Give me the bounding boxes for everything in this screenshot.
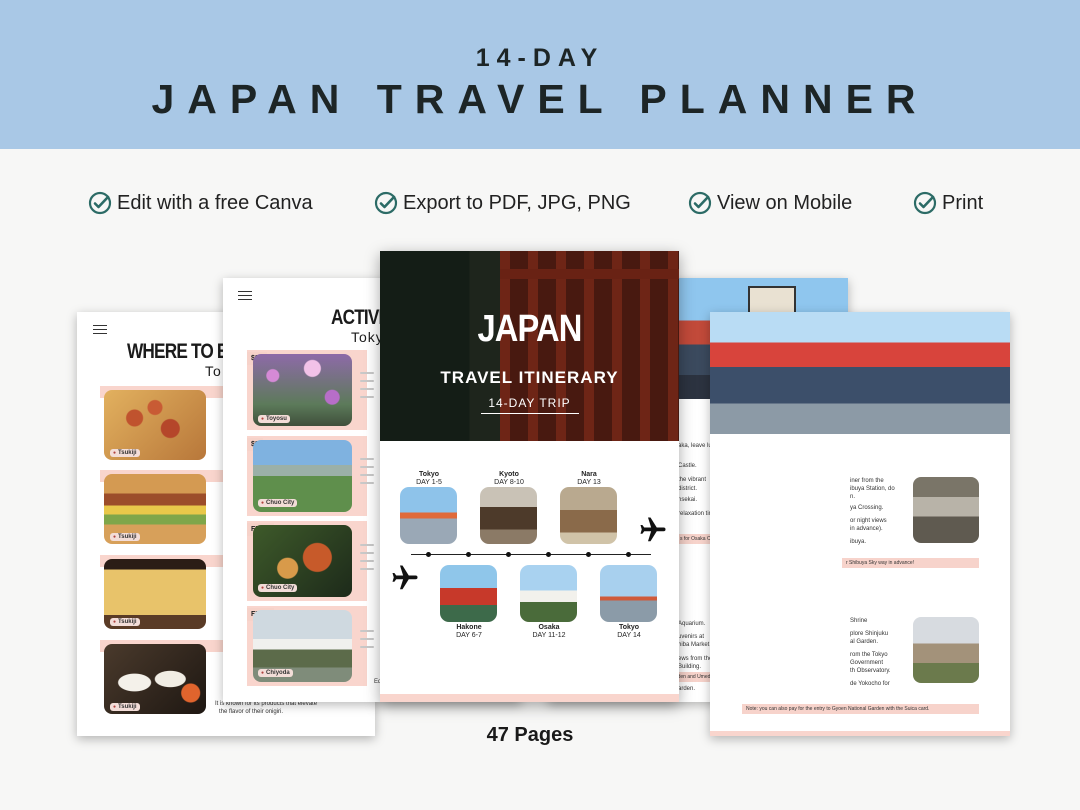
itinerary-line: Building. (678, 664, 702, 670)
stop-label: Hakone DAY 6-7 (456, 624, 482, 639)
page-subtitle: To (205, 363, 222, 379)
itinerary-line: ibuya. (850, 539, 867, 545)
location-tag: Chuo City (258, 584, 298, 592)
itinerary-line: rom the Tokyo (850, 652, 888, 658)
itinerary-line: Castle. (678, 463, 697, 469)
itinerary-line: Shrine (850, 618, 868, 624)
check-circle-icon (913, 191, 937, 215)
check-circle-icon (688, 191, 712, 215)
itinerary-line: Government (850, 660, 884, 666)
page-count: 47 Pages (486, 724, 574, 746)
location-tag: Tsukiji (110, 449, 140, 457)
feature-print: Print (913, 186, 983, 220)
text-lines (360, 458, 374, 490)
itinerary-line: de Yokocho for (850, 681, 890, 687)
timeline-dot (586, 552, 591, 557)
timeline-dot (546, 552, 551, 557)
page-tokyo-day: iner from the ibuya Station, do n. ya Cr… (710, 312, 1010, 736)
osaka-photo (520, 565, 577, 622)
feature-mobile: View on Mobile (688, 186, 852, 220)
stop-label: Kyoto DAY 8-10 (494, 471, 524, 486)
timeline-dot (506, 552, 511, 557)
menu-icon (93, 325, 107, 334)
crossing-photo (913, 477, 979, 543)
kyoto-photo (480, 487, 537, 544)
tokyo-photo (400, 487, 457, 544)
tokyo-tower-photo (600, 565, 657, 622)
page-subtitle: Toky (351, 329, 384, 345)
header-photo (710, 312, 1010, 434)
itinerary-line: plore Shinjuku (850, 631, 889, 637)
plane-icon (392, 565, 418, 590)
itinerary-line: ibuya Station, do (850, 486, 895, 492)
description-text: the flavor of their onigiri. (219, 709, 284, 715)
location-tag: Tsukiji (110, 533, 140, 541)
location-tag: Chuo City (258, 499, 298, 507)
timeline-line (411, 554, 651, 555)
itinerary-line: n. (850, 494, 856, 500)
stop-label: Tokyo DAY 14 (617, 624, 641, 639)
itinerary-line: in advance). (850, 526, 883, 532)
timeline-dot (626, 552, 631, 557)
hero-title: JAPAN (477, 308, 582, 350)
hero-photo: JAPAN TRAVEL ITINERARY 14-DAY TRIP (380, 251, 679, 441)
page-itinerary-cover: JAPAN TRAVEL ITINERARY 14-DAY TRIP Tokyo… (380, 251, 679, 702)
garden-photo (913, 617, 979, 683)
feature-canva: Edit with a free Canva (88, 186, 313, 220)
itinerary-line: district. (678, 486, 698, 492)
hero-trip: 14-DAY TRIP (488, 396, 571, 410)
itinerary-line: uvenirs at (678, 634, 705, 640)
footer-bar (380, 694, 679, 702)
footer-bar (710, 731, 1010, 736)
header-banner: 14-DAY JAPAN TRAVEL PLANNER (0, 0, 1080, 149)
hero-subtitle: TRAVEL ITINERARY (440, 368, 619, 387)
itinerary-line: ya Crossing. (850, 505, 884, 511)
feature-label: View on Mobile (717, 191, 853, 214)
page-title: ACTIVI (331, 306, 383, 329)
check-circle-icon (88, 191, 112, 215)
itinerary-line: or night views (850, 518, 887, 524)
hakone-photo (440, 565, 497, 622)
timeline-dot (466, 552, 471, 557)
stop-label: Nara DAY 13 (577, 471, 601, 486)
text-lines (360, 372, 374, 404)
hero-underline (481, 413, 579, 414)
location-tag: Toyosu (258, 415, 290, 423)
note-banner: r Shibuya Sky way in advance! (842, 558, 979, 568)
itinerary-line: Aquarium. (678, 621, 706, 627)
itinerary-line: nsekai. (678, 497, 698, 503)
text-lines (360, 544, 374, 576)
timeline-dot (426, 552, 431, 557)
stop-label: Osaka DAY 11-12 (532, 624, 566, 639)
note-banner: Note: you can also pay for the entry to … (742, 704, 979, 714)
banner-title: JAPAN TRAVEL PLANNER (151, 76, 929, 122)
features-row: Edit with a free Canva Export to PDF, JP… (0, 186, 1080, 220)
text-lines (360, 630, 374, 654)
location-tag: Chiyoda (258, 669, 293, 677)
itinerary-line: th Observatory. (850, 668, 891, 674)
nara-photo (560, 487, 617, 544)
itinerary-line: hiba Market. (678, 642, 712, 648)
feature-export: Export to PDF, JPG, PNG (374, 186, 631, 220)
location-tag: Tsukiji (110, 618, 140, 626)
itinerary-line: al Garden. (850, 639, 879, 645)
plane-icon (640, 517, 666, 542)
menu-icon (238, 291, 252, 300)
check-circle-icon (374, 191, 398, 215)
itinerary-line: ews from the (678, 656, 713, 662)
stop-label: Tokyo DAY 1-5 (416, 471, 442, 486)
location-tag: Tsukiji (110, 703, 140, 711)
feature-label: Edit with a free Canva (117, 191, 313, 214)
itinerary-line: arden. (678, 686, 696, 692)
feature-label: Export to PDF, JPG, PNG (403, 191, 631, 214)
feature-label: Print (942, 191, 984, 214)
itinerary-line: the vibrant (678, 477, 707, 483)
itinerary-line: iner from the (850, 478, 884, 484)
banner-subtitle: 14-DAY (475, 44, 605, 72)
